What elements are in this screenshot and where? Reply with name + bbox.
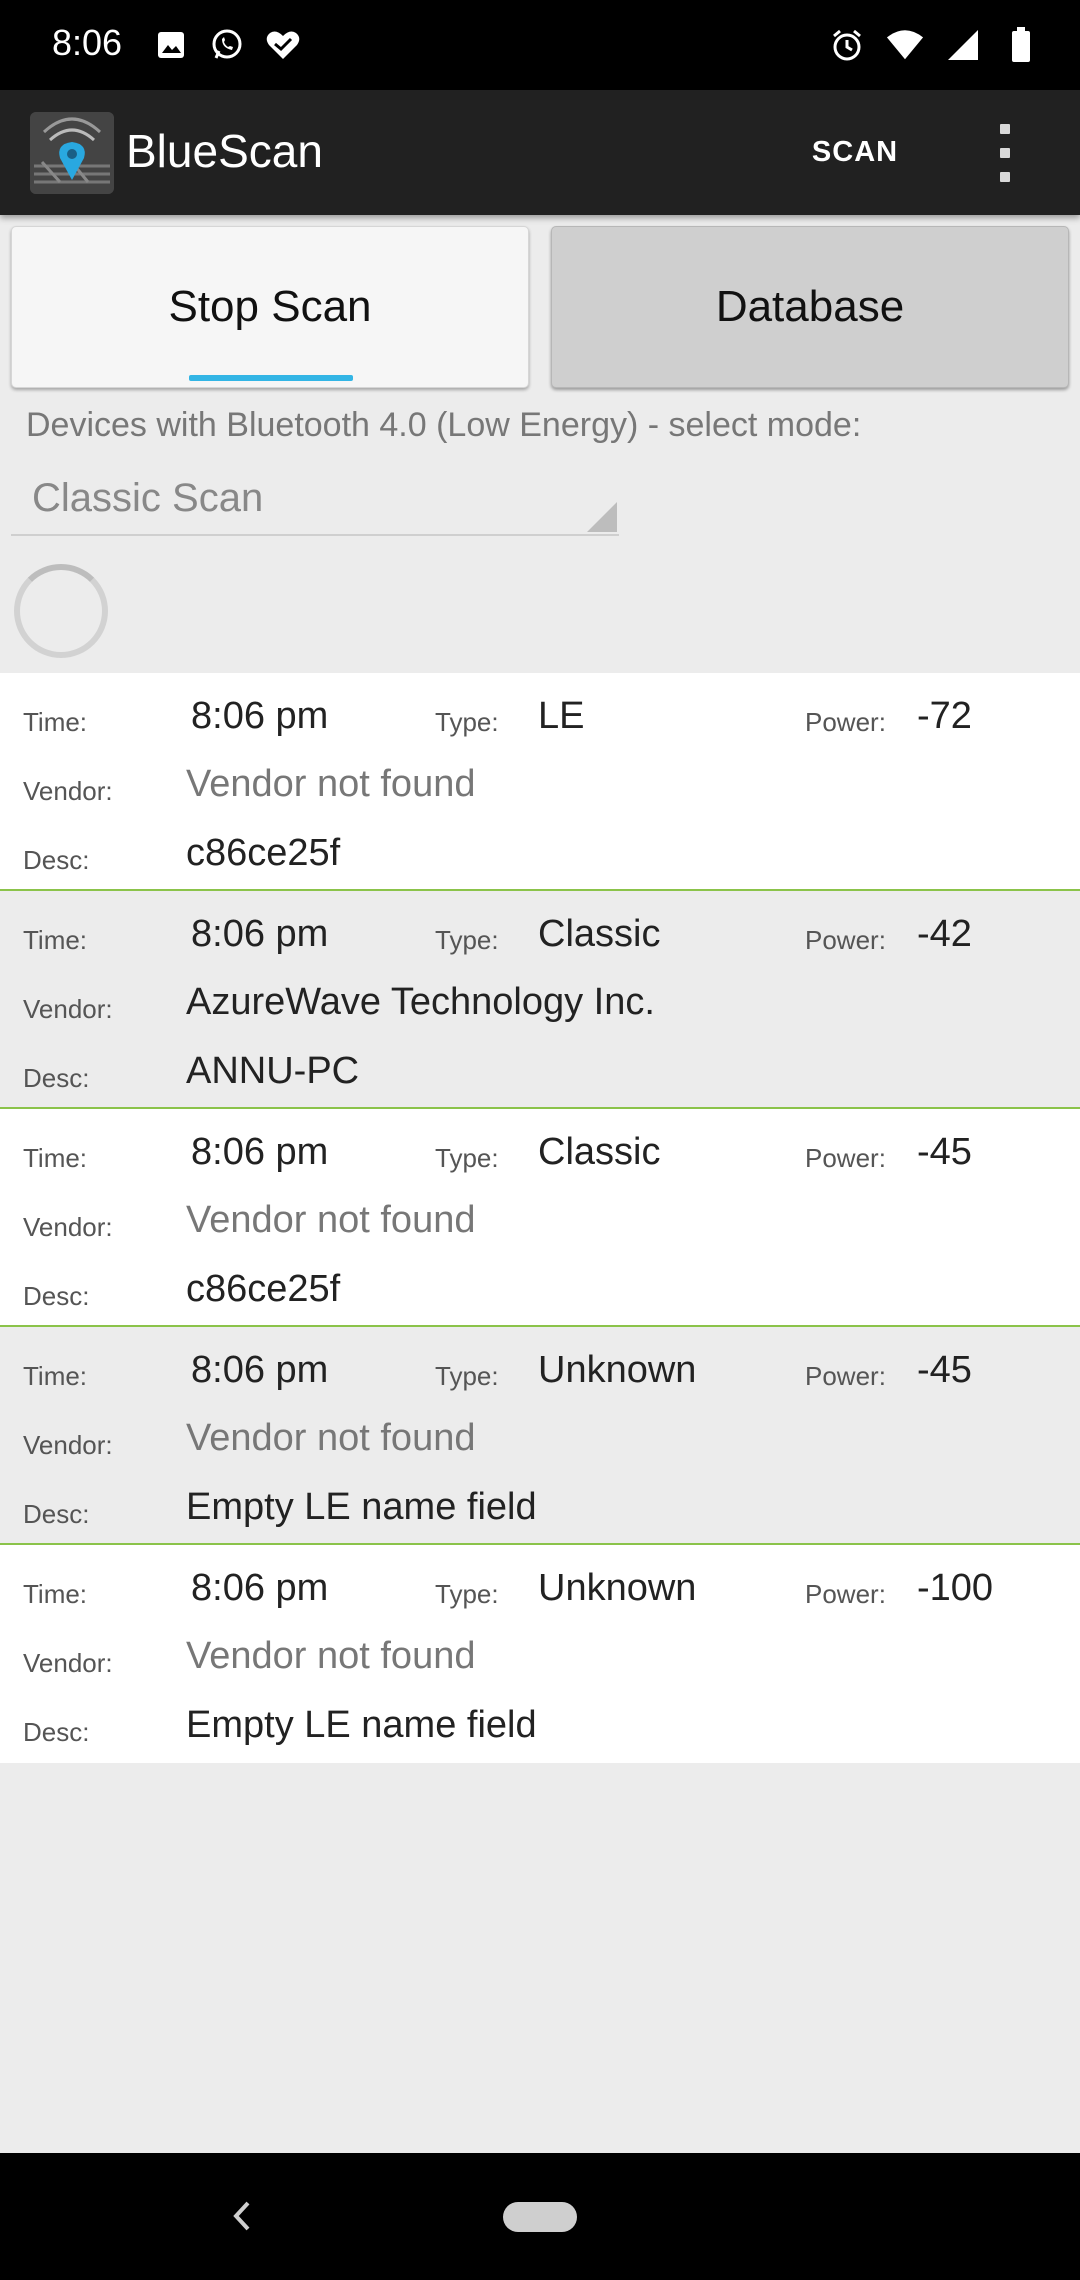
time-value: 8:06 pm [191, 1567, 329, 1609]
whatsapp-icon [208, 26, 246, 64]
image-icon [152, 26, 190, 64]
power-value: -45 [917, 1349, 972, 1391]
alarm-icon [828, 26, 866, 64]
vendor-label: Vendor: [23, 776, 113, 806]
stop-scan-indicator [189, 375, 353, 381]
signal-icon [944, 26, 982, 64]
progress-spinner [14, 564, 108, 658]
power-label: Power: [805, 707, 886, 737]
vendor-value: Vendor not found [186, 763, 476, 805]
type-value: Classic [538, 1131, 661, 1173]
type-label: Type: [435, 1143, 499, 1173]
power-label: Power: [805, 1579, 886, 1609]
database-label: Database [715, 282, 905, 331]
device-row[interactable]: Time: 8:06 pm Type: LE Power: -72 Vendor… [0, 673, 1080, 891]
time-value: 8:06 pm [191, 1131, 329, 1173]
app-bar: BlueScan SCAN [0, 90, 1080, 215]
power-label: Power: [805, 1361, 886, 1391]
vendor-value: AzureWave Technology Inc. [186, 981, 655, 1023]
time-label: Time: [23, 925, 88, 955]
device-row[interactable]: Time: 8:06 pm Type: Unknown Power: -45 V… [0, 1327, 1080, 1545]
stop-scan-label: Stop Scan [168, 282, 372, 331]
navigation-bar [0, 2153, 1080, 2280]
overflow-menu-icon[interactable] [980, 120, 1030, 186]
database-button[interactable]: Database [551, 226, 1069, 388]
time-label: Time: [23, 1579, 88, 1609]
time-value: 8:06 pm [191, 1349, 329, 1391]
app-logo-icon [30, 112, 114, 194]
type-label: Type: [435, 1579, 499, 1609]
type-value: LE [538, 695, 585, 737]
vendor-value: Vendor not found [186, 1199, 476, 1241]
vendor-value: Vendor not found [186, 1417, 476, 1459]
vendor-label: Vendor: [23, 1212, 113, 1242]
power-label: Power: [805, 925, 886, 955]
type-label: Type: [435, 707, 499, 737]
desc-label: Desc: [23, 1717, 90, 1747]
type-value: Classic [538, 913, 661, 955]
power-value: -100 [917, 1567, 994, 1609]
stop-scan-button[interactable]: Stop Scan [11, 226, 529, 388]
time-value: 8:06 pm [191, 695, 329, 737]
time-label: Time: [23, 1143, 88, 1173]
desc-label: Desc: [23, 845, 90, 875]
time-label: Time: [23, 707, 88, 737]
heart-check-icon [264, 26, 302, 64]
desc-value: Empty LE name field [186, 1704, 537, 1746]
back-icon[interactable] [222, 2191, 262, 2241]
desc-value: c86ce25f [186, 1268, 341, 1310]
desc-value: Empty LE name field [186, 1486, 537, 1528]
device-list: Time: 8:06 pm Type: LE Power: -72 Vendor… [0, 673, 1080, 1763]
power-value: -42 [917, 913, 972, 955]
vendor-label: Vendor: [23, 994, 113, 1024]
scan-action-button[interactable]: SCAN [790, 120, 920, 184]
vendor-label: Vendor: [23, 1430, 113, 1460]
type-value: Unknown [538, 1567, 697, 1609]
device-row[interactable]: Time: 8:06 pm Type: Classic Power: -42 V… [0, 891, 1080, 1109]
scan-mode-value: Classic Scan [32, 476, 264, 520]
wifi-icon [886, 26, 924, 64]
time-label: Time: [23, 1361, 88, 1391]
vendor-label: Vendor: [23, 1648, 113, 1678]
scan-mode-select[interactable]: Classic Scan [11, 468, 619, 536]
power-value: -45 [917, 1131, 972, 1173]
dropdown-arrow-icon [587, 502, 617, 532]
app-title: BlueScan [126, 125, 323, 177]
status-time: 8:06 [52, 22, 123, 63]
power-label: Power: [805, 1143, 886, 1173]
desc-label: Desc: [23, 1499, 90, 1529]
desc-value: c86ce25f [186, 832, 341, 874]
type-label: Type: [435, 1361, 499, 1391]
desc-value: ANNU-PC [186, 1050, 360, 1092]
home-pill-button[interactable] [503, 2202, 577, 2232]
type-label: Type: [435, 925, 499, 955]
vendor-value: Vendor not found [186, 1635, 476, 1677]
desc-label: Desc: [23, 1281, 90, 1311]
power-value: -72 [917, 695, 972, 737]
battery-icon [1002, 26, 1040, 64]
type-value: Unknown [538, 1349, 697, 1391]
status-bar: 8:06 [0, 0, 1080, 90]
device-row[interactable]: Time: 8:06 pm Type: Unknown Power: -100 … [0, 1545, 1080, 1763]
mode-label: Devices with Bluetooth 4.0 (Low Energy) … [26, 406, 862, 444]
desc-label: Desc: [23, 1063, 90, 1093]
device-row[interactable]: Time: 8:06 pm Type: Classic Power: -45 V… [0, 1109, 1080, 1327]
time-value: 8:06 pm [191, 913, 329, 955]
